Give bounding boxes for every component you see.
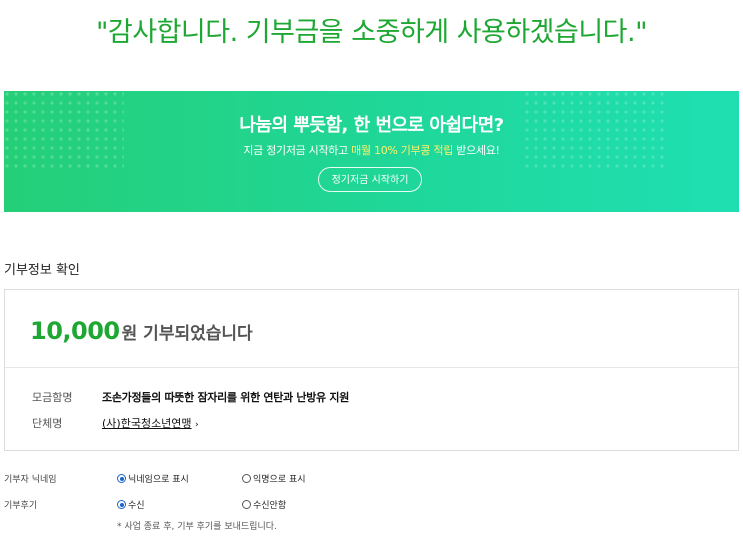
radio-unselected-icon xyxy=(242,474,251,483)
fundraising-value: 조손가정들의 따뜻한 잠자리를 위한 연탄과 난방유 지원 xyxy=(102,391,350,404)
radio-selected-icon xyxy=(117,474,126,483)
regular-saving-banner: 나눔의 뿌듯함, 한 번으로 아쉽다면? 지금 정기저금 시작하고 매월 10%… xyxy=(4,91,739,212)
donation-amount-line: 10,000 원 기부되었습니다 xyxy=(30,317,253,345)
radio-selected-icon xyxy=(117,500,126,509)
banner-subtitle-highlight: 매월 10% 기부콩 적립 xyxy=(351,144,454,157)
banner-subtitle-prefix: 지금 정기저금 시작하고 xyxy=(243,144,352,157)
radio-nickname-display-label: 닉네임으로 표시 xyxy=(128,475,189,485)
review-note: * 사업 종료 후, 기부 후기를 보내드립니다. xyxy=(117,522,277,532)
radio-review-receive-label: 수신 xyxy=(128,501,145,511)
organization-label: 단체명 xyxy=(32,417,63,430)
organization-link[interactable]: (사)한국청소년연맹 xyxy=(102,417,192,430)
radio-anonymous-display-label: 익명으로 표시 xyxy=(253,475,306,485)
donation-info-box: 10,000 원 기부되었습니다 모금함명 조손가정들의 따뜻한 잠자리를 위한 … xyxy=(4,289,739,451)
radio-review-decline[interactable]: 수신안함 xyxy=(242,498,286,511)
donation-amount: 10,000 xyxy=(30,317,120,345)
radio-unselected-icon xyxy=(242,500,251,509)
radio-review-receive[interactable]: 수신 xyxy=(117,498,145,511)
review-option-label: 기부후기 xyxy=(4,501,38,511)
fundraising-label: 모금함명 xyxy=(32,391,73,404)
chevron-right-icon: › xyxy=(195,420,199,430)
radio-review-decline-label: 수신안함 xyxy=(253,501,287,511)
radio-anonymous-display[interactable]: 익명으로 표시 xyxy=(242,472,306,485)
banner-subtitle-suffix: 받으세요! xyxy=(453,144,500,157)
organization-row: (사)한국청소년연맹 › xyxy=(102,415,199,431)
radio-nickname-display[interactable]: 닉네임으로 표시 xyxy=(117,472,189,485)
banner-subtitle: 지금 정기저금 시작하고 매월 10% 기부콩 적립 받으세요! xyxy=(4,142,739,158)
banner-title: 나눔의 뿌듯함, 한 번으로 아쉽다면? xyxy=(239,115,504,136)
nickname-option-label: 기부자 닉네임 xyxy=(4,475,57,485)
donation-amount-suffix: 원 기부되었습니다 xyxy=(121,324,253,344)
thanks-message: "감사합니다. 기부금을 소중하게 사용하겠습니다." xyxy=(95,17,648,48)
donation-info-section-title: 기부정보 확인 xyxy=(4,263,80,278)
info-divider xyxy=(5,367,738,368)
start-regular-saving-button[interactable]: 정기저금 시작하기 xyxy=(318,167,422,192)
